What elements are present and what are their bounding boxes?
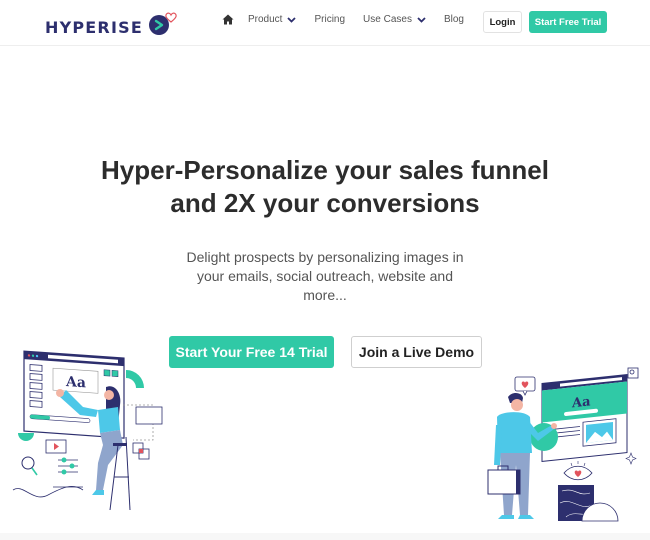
live-demo-button[interactable]: Join a Live Demo [351,336,482,368]
logo-text: HYPERISE [45,17,143,37]
hero-subtitle: Delight prospects by personalizing image… [186,249,464,303]
main-nav: Product Pricing Use Cases Blog [222,14,482,25]
woman-editing-web-page-illustration: Aa [8,345,173,515]
nav-item-label: Use Cases [363,14,412,25]
logo[interactable]: HYPERISE [45,10,177,38]
nav-item-label: Pricing [314,14,346,25]
sample-text-aa: Aa [571,394,591,411]
chevron-down-icon [417,16,426,23]
man-presenting-web-page-illustration: Aa [480,365,645,525]
navbar: HYPERISE Product Pricing Use Cases Blog … [0,0,650,46]
start-free-trial-button[interactable]: Start Free Trial [529,11,607,33]
nav-item-pricing[interactable]: Pricing [314,14,345,25]
nav-item-label: Blog [443,14,464,25]
nav-item-label: Product [248,14,283,25]
nav-item-product[interactable]: Product [248,14,297,25]
chevron-down-icon [287,16,297,23]
nav-item-blog[interactable]: Blog [444,14,464,25]
sample-text-aa: Aa [65,374,86,391]
footer-strip [0,533,650,540]
home-icon[interactable] [222,14,234,25]
hero-title-line1: Hyper-Personalize your sales funnel [101,155,549,185]
login-button[interactable]: Login [483,11,522,33]
teal-arc-shape [126,370,144,388]
hero-title-line2: and 2X your conversions [170,188,480,218]
briefcase-icon [487,469,521,495]
start-trial-cta-button[interactable]: Start Your Free 14 Trial [169,336,334,368]
logo-heart-icon [165,10,177,28]
nav-item-use-cases[interactable]: Use Cases [363,14,426,25]
hero-title: Hyper-Personalize your sales funnel and … [0,154,650,220]
